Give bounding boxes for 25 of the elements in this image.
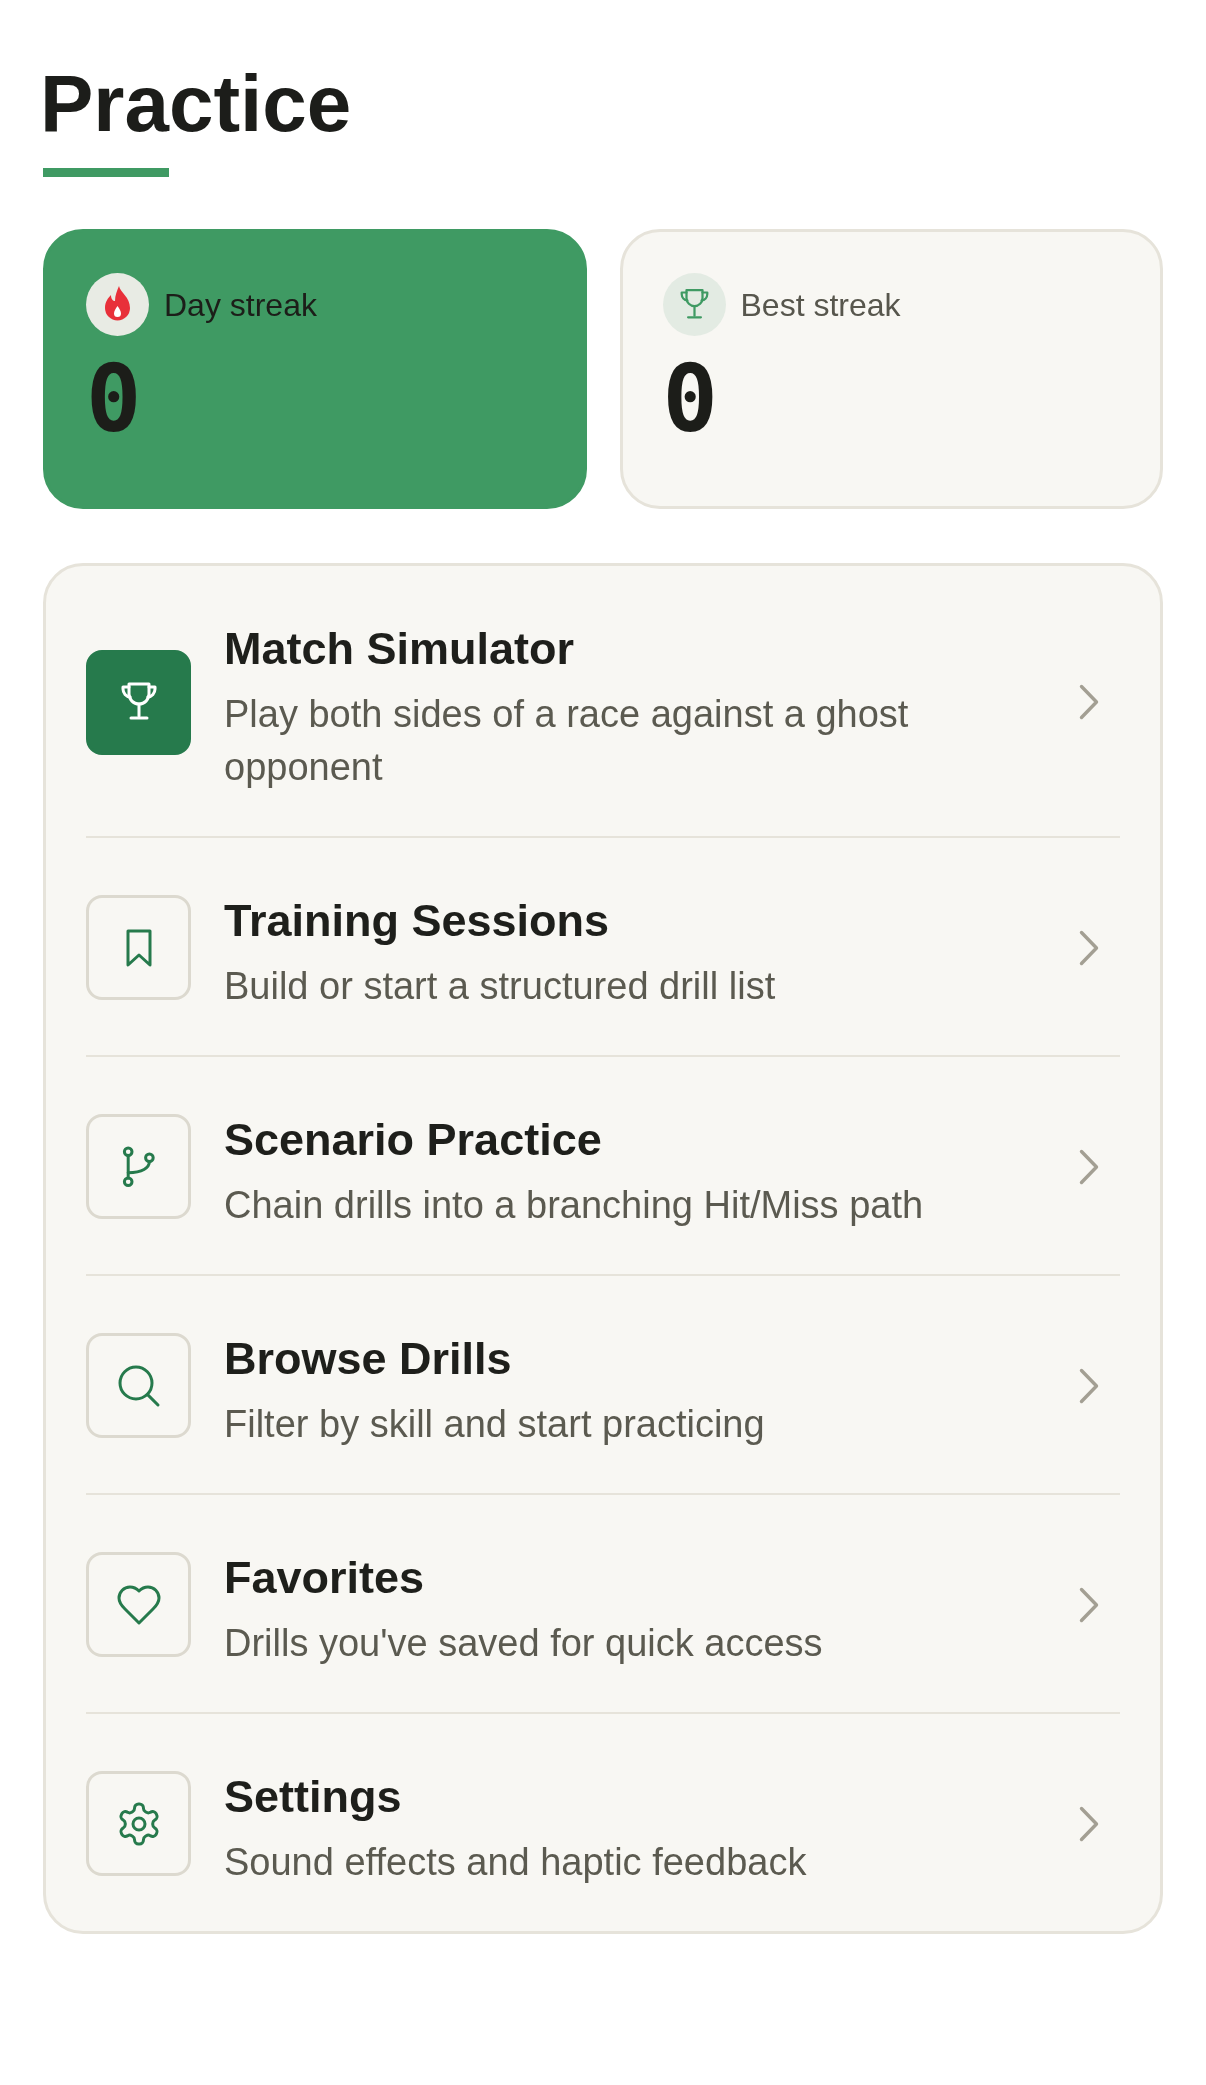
item-description: Build or start a structured drill list: [224, 964, 777, 1009]
streak-count: 0: [662, 354, 718, 446]
item-title[interactable]: Settings: [224, 1770, 1055, 1824]
flame-icon: [86, 273, 149, 336]
chevron-right-icon: [1079, 1586, 1099, 1623]
item-title[interactable]: Training Sessions: [224, 894, 1055, 948]
item-description: Drills you've saved for quick access: [224, 1621, 824, 1666]
streak-label: Best streak: [740, 285, 901, 325]
item-description: Filter by skill and start practicing: [224, 1402, 766, 1447]
chevron-right-icon: [1079, 1148, 1099, 1185]
item-description: Sound effects and haptic feedback: [224, 1840, 808, 1885]
page-title: Practice: [40, 64, 353, 144]
item-title[interactable]: Favorites: [224, 1551, 1055, 1605]
chevron-right-icon: [1079, 1367, 1099, 1404]
streak-label: Day streak: [164, 285, 317, 325]
streak-count: 0: [86, 354, 142, 446]
item-title[interactable]: Browse Drills: [224, 1332, 1055, 1386]
item-title[interactable]: Scenario Practice: [224, 1113, 1055, 1167]
item-description: Play both sides of a race against a ghost opponent: [224, 692, 910, 790]
trophy-icon: [662, 273, 726, 336]
item-title[interactable]: Match Simulator: [224, 622, 1055, 676]
chevron-right-icon: [1079, 684, 1099, 720]
item-description: Chain drills into a branching Hit/Miss path: [224, 1183, 925, 1228]
chevron-right-icon: [1079, 1805, 1099, 1842]
chevron-right-icon: [1079, 929, 1099, 966]
